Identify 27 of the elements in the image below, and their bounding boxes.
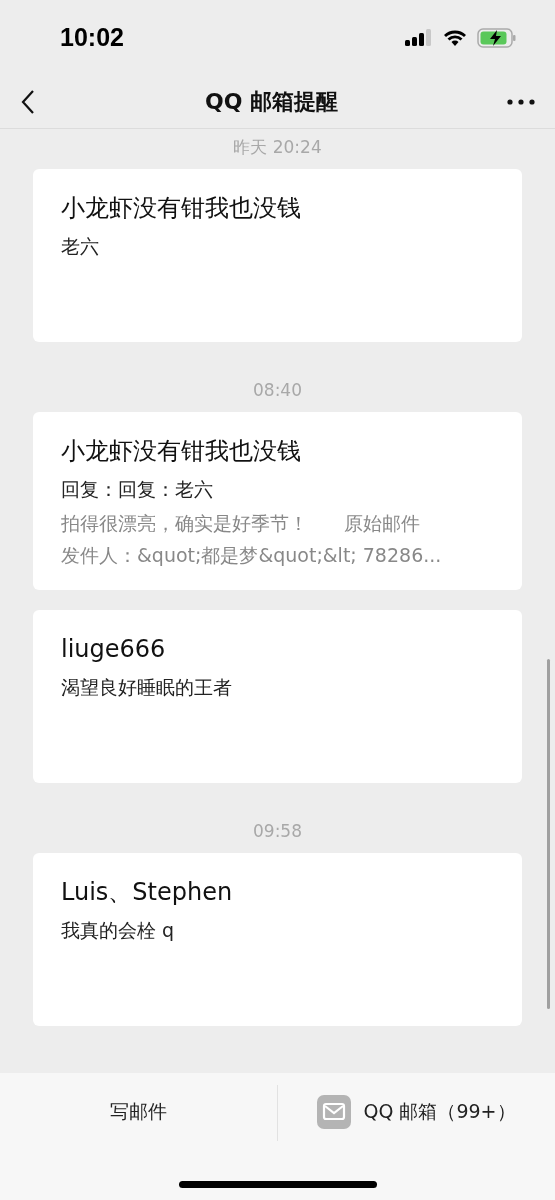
back-icon[interactable] (20, 88, 36, 115)
mail-card[interactable]: 小龙虾没有钳我也没钱 回复：回复：老六 拍得很漂亮，确实是好季节！ 原始邮件 发件人：&quot;都是梦&quot;&lt; 78286... (33, 412, 522, 590)
mailbox-button[interactable]: QQ 邮箱（99+） (278, 1073, 555, 1151)
compose-button[interactable]: 写邮件 (0, 1073, 277, 1151)
battery-icon (477, 27, 517, 48)
mail-subject: 老六 (61, 234, 100, 259)
mail-card[interactable]: 小龙虾没有钳我也没钱 老六 (33, 169, 522, 342)
mail-subject: 我真的会栓 q (61, 918, 176, 943)
wifi-icon (443, 28, 467, 47)
mail-subject: 回复：回复：老六 (61, 477, 214, 502)
timestamp: 09:58 (253, 821, 302, 841)
mail-icon (317, 1095, 352, 1129)
mail-preview: 拍得很漂亮，确实是好季节！ 原始邮件 (61, 511, 422, 536)
status-time: 10:02 (60, 23, 124, 52)
mail-title: 小龙虾没有钳我也没钱 (61, 193, 302, 224)
more-icon[interactable] (507, 98, 535, 105)
mail-title: 小龙虾没有钳我也没钱 (61, 436, 302, 467)
mail-subject: 渴望良好睡眠的王者 (61, 675, 233, 700)
timestamp: 08:40 (253, 380, 302, 400)
mail-title: liuge666 (61, 634, 167, 665)
mail-card[interactable]: liuge666 渴望良好睡眠的王者 (33, 610, 522, 783)
signal-icon (405, 28, 433, 47)
timestamp: 昨天 20:24 (233, 137, 322, 157)
page-title: QQ 邮箱提醒 (204, 87, 339, 116)
mail-card[interactable]: Luis、Stephen 我真的会栓 q (33, 853, 522, 1026)
mail-title: Luis、Stephen (61, 877, 234, 908)
mail-preview: 发件人：&quot;都是梦&quot;&lt; 78286... (61, 543, 443, 568)
